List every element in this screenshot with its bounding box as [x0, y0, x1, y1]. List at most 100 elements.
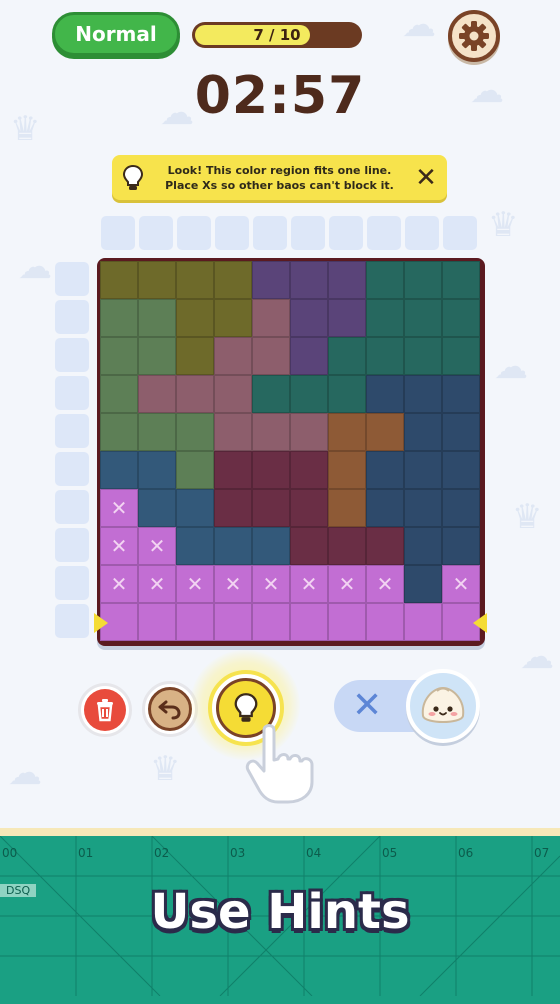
board-cell[interactable]: [404, 337, 442, 375]
settings-button[interactable]: [448, 10, 500, 62]
board-cell[interactable]: [290, 261, 328, 299]
board-cell[interactable]: [252, 413, 290, 451]
board-cell[interactable]: [214, 603, 252, 641]
board-cell-marked[interactable]: ✕: [290, 565, 328, 603]
board-cell[interactable]: [252, 603, 290, 641]
board-cell[interactable]: [328, 261, 366, 299]
board-cell[interactable]: [442, 375, 480, 413]
difficulty-badge[interactable]: Normal: [52, 12, 180, 56]
board-cell[interactable]: [442, 261, 480, 299]
board-cell-marked[interactable]: ✕: [100, 489, 138, 527]
board-cell[interactable]: [252, 299, 290, 337]
board-cell[interactable]: [366, 527, 404, 565]
board-cell[interactable]: [290, 299, 328, 337]
board-cell[interactable]: [404, 565, 442, 603]
board-cell[interactable]: [138, 489, 176, 527]
board-cell[interactable]: [138, 413, 176, 451]
board-cell[interactable]: [366, 413, 404, 451]
board-cell[interactable]: [290, 489, 328, 527]
board-cell-marked[interactable]: ✕: [100, 527, 138, 565]
board-cell[interactable]: [214, 375, 252, 413]
board-cell-marked[interactable]: ✕: [366, 565, 404, 603]
board-cell[interactable]: [214, 527, 252, 565]
board-cell[interactable]: [404, 261, 442, 299]
board-cell[interactable]: [366, 299, 404, 337]
board-cell[interactable]: [404, 603, 442, 641]
board-cell[interactable]: [290, 337, 328, 375]
board-cell-marked[interactable]: ✕: [252, 565, 290, 603]
board-cell-marked[interactable]: ✕: [138, 527, 176, 565]
board-cell[interactable]: [214, 413, 252, 451]
board-cell[interactable]: [138, 375, 176, 413]
board-cell[interactable]: [328, 337, 366, 375]
board-cell[interactable]: [328, 299, 366, 337]
board-cell[interactable]: [214, 337, 252, 375]
board-cell-marked[interactable]: ✕: [100, 565, 138, 603]
board-cell[interactable]: [442, 413, 480, 451]
board-cell[interactable]: [442, 489, 480, 527]
board-cell[interactable]: [290, 413, 328, 451]
bao-mode-toggle[interactable]: [406, 669, 480, 743]
board-cell[interactable]: [366, 451, 404, 489]
board-cell[interactable]: [328, 413, 366, 451]
board-cell[interactable]: [404, 413, 442, 451]
board-cell[interactable]: [252, 261, 290, 299]
board-cell[interactable]: [100, 451, 138, 489]
board-cell[interactable]: [328, 527, 366, 565]
board-cell[interactable]: [328, 375, 366, 413]
board-cell[interactable]: [442, 299, 480, 337]
board-cell[interactable]: [176, 489, 214, 527]
board-cell[interactable]: [366, 337, 404, 375]
board-cell[interactable]: [138, 261, 176, 299]
close-hint-button[interactable]: ✕: [405, 163, 447, 193]
board-cell[interactable]: [290, 375, 328, 413]
board-cell[interactable]: [404, 451, 442, 489]
board-cell[interactable]: [214, 489, 252, 527]
board-cell[interactable]: [214, 261, 252, 299]
board-cell[interactable]: [252, 451, 290, 489]
board-cell[interactable]: [366, 603, 404, 641]
board-cell[interactable]: [176, 603, 214, 641]
board-cell[interactable]: [176, 451, 214, 489]
board-cell[interactable]: [138, 337, 176, 375]
board-cell[interactable]: [442, 337, 480, 375]
board-cell[interactable]: [138, 451, 176, 489]
board-cell[interactable]: [176, 375, 214, 413]
board-cell-marked[interactable]: ✕: [328, 565, 366, 603]
board-cell[interactable]: [176, 413, 214, 451]
board-cell[interactable]: [100, 375, 138, 413]
board-cell[interactable]: [442, 527, 480, 565]
board-cell[interactable]: [100, 413, 138, 451]
board-cell[interactable]: [138, 603, 176, 641]
board-cell[interactable]: [176, 337, 214, 375]
board-cell[interactable]: [176, 261, 214, 299]
board-cell-marked[interactable]: ✕: [214, 565, 252, 603]
board-cell[interactable]: [214, 451, 252, 489]
board-cell[interactable]: [176, 527, 214, 565]
board-cell[interactable]: [100, 261, 138, 299]
board-cell[interactable]: [100, 299, 138, 337]
board-cell[interactable]: [328, 451, 366, 489]
board-cell[interactable]: [404, 299, 442, 337]
board-cell[interactable]: [366, 261, 404, 299]
board-cell[interactable]: [366, 375, 404, 413]
board-cell[interactable]: [404, 489, 442, 527]
board-cell[interactable]: [252, 375, 290, 413]
board-cell[interactable]: [252, 337, 290, 375]
board-cell[interactable]: [252, 527, 290, 565]
board-cell[interactable]: [442, 451, 480, 489]
board-cell-marked[interactable]: ✕: [138, 565, 176, 603]
board-cell[interactable]: [214, 299, 252, 337]
board-cell[interactable]: [328, 489, 366, 527]
board-cell-marked[interactable]: ✕: [176, 565, 214, 603]
board-cell[interactable]: [290, 451, 328, 489]
board-cell[interactable]: [100, 337, 138, 375]
board-cell[interactable]: [176, 299, 214, 337]
board-cell[interactable]: [138, 299, 176, 337]
board-cell-marked[interactable]: ✕: [442, 565, 480, 603]
board-cell[interactable]: [328, 603, 366, 641]
board-cell[interactable]: [404, 527, 442, 565]
board-cell[interactable]: [252, 489, 290, 527]
board-cell[interactable]: [404, 375, 442, 413]
board-cell[interactable]: [290, 603, 328, 641]
